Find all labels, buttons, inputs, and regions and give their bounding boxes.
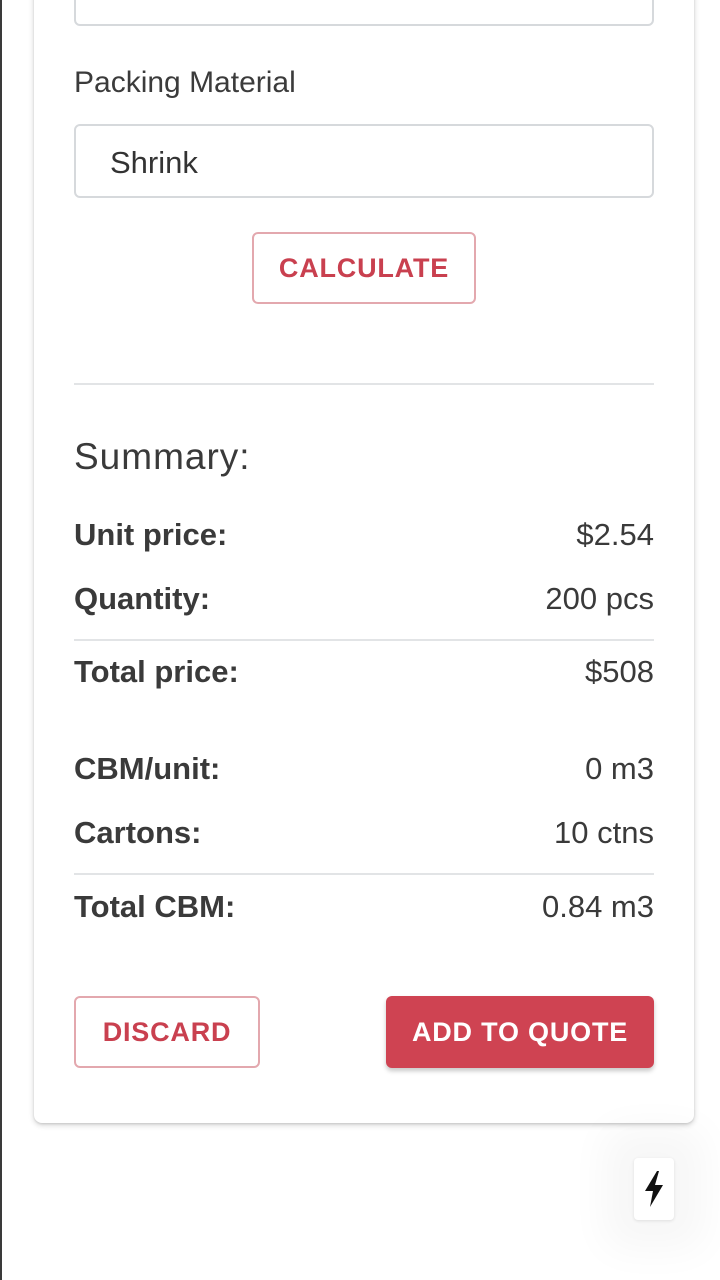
packing-material-select[interactable]: Shrink	[74, 124, 654, 198]
add-to-quote-button[interactable]: ADD TO QUOTE	[386, 996, 654, 1068]
summary-value: 200 pcs	[545, 581, 654, 616]
summary-row-quantity: Quantity: 200 pcs	[74, 581, 654, 621]
summary-value: $508	[585, 654, 654, 689]
packing-material-label: Packing Material	[74, 66, 296, 99]
app-viewport: black Packing Material Shrink CALCULATE …	[0, 0, 720, 1280]
packing-material-value: Shrink	[110, 145, 198, 180]
summary-value: $2.54	[576, 517, 654, 552]
lightning-bolt-icon	[645, 1171, 663, 1207]
summary-row-total-cbm: Total CBM: 0.84 m3	[74, 889, 654, 929]
section-divider	[74, 383, 654, 385]
summary-label: CBM/unit:	[74, 751, 221, 786]
discard-button[interactable]: DISCARD	[74, 996, 260, 1068]
row-divider	[74, 639, 654, 641]
summary-label: Total CBM:	[74, 889, 236, 924]
calculate-button[interactable]: CALCULATE	[252, 232, 476, 304]
summary-title: Summary:	[74, 436, 251, 477]
summary-row-cartons: Cartons: 10 ctns	[74, 815, 654, 855]
summary-row-unit-price: Unit price: $2.54	[74, 517, 654, 557]
row-divider	[74, 873, 654, 875]
summary-label: Total price:	[74, 654, 239, 689]
floating-action-button[interactable]	[634, 1158, 674, 1220]
summary-label: Cartons:	[74, 815, 202, 850]
summary-row-total-price: Total price: $508	[74, 654, 654, 694]
summary-label: Unit price:	[74, 517, 228, 552]
summary-value: 0.84 m3	[541, 889, 654, 924]
previous-field-input[interactable]: black	[74, 0, 654, 26]
summary-row-cbm-unit: CBM/unit: 0 m3	[74, 751, 654, 791]
summary-label: Quantity:	[74, 581, 211, 616]
summary-value: 10 ctns	[554, 815, 654, 850]
product-config-card: black Packing Material Shrink CALCULATE …	[34, 0, 694, 1123]
summary-value: 0 m3	[585, 751, 654, 786]
